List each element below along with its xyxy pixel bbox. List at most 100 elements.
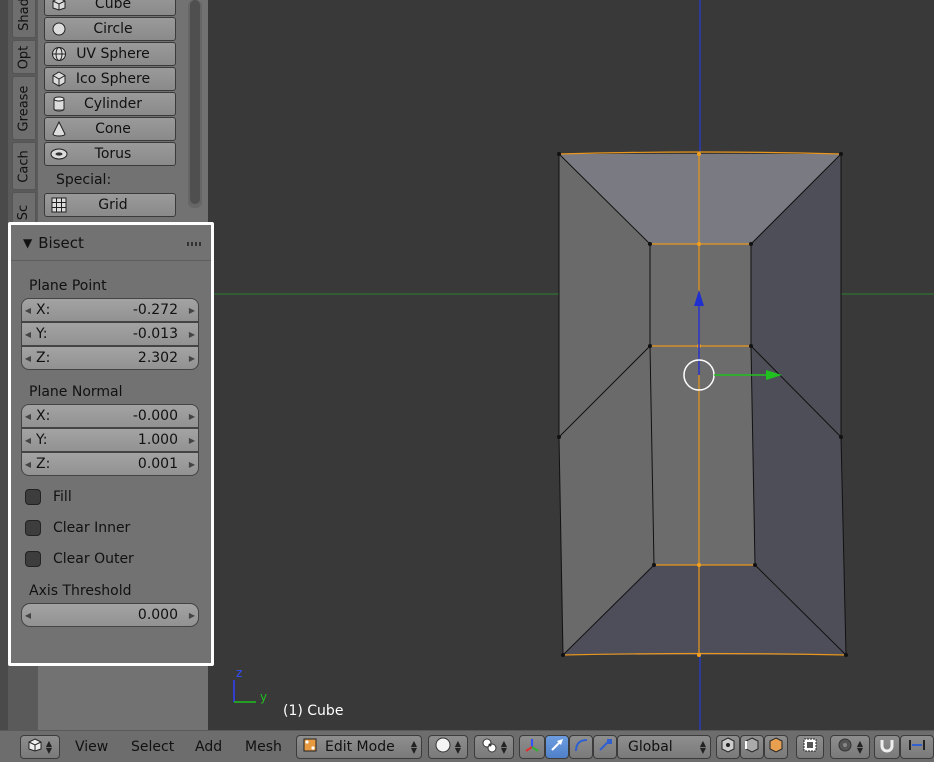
translate-arrow-icon [549, 737, 565, 757]
collapse-triangle-icon[interactable]: ▼ [23, 236, 32, 250]
scale-manipulator-button[interactable] [593, 735, 617, 759]
add-menu[interactable]: Add [195, 739, 222, 755]
add-circle-button[interactable]: Circle [44, 17, 176, 41]
increment-arrow-icon[interactable]: ▶ [186, 306, 198, 315]
increment-arrow-icon[interactable]: ▶ [186, 611, 198, 620]
clear-outer-checkbox[interactable] [25, 551, 41, 567]
active-object-label: (1) Cube [283, 703, 344, 719]
drag-grip-icon[interactable] [187, 242, 201, 246]
updown-arrows-icon: ▲ ▼ [856, 739, 864, 755]
limit-selection-icon [802, 737, 818, 757]
plane-point-label: Plane Point [29, 278, 107, 294]
snap-increment-icon [908, 738, 926, 756]
updown-arrows-icon: ▲ ▼ [500, 739, 508, 755]
magnet-icon [879, 737, 895, 757]
circle-icon [45, 18, 73, 40]
axis-threshold-field[interactable]: ◀ 0.000 ▶ [21, 603, 199, 627]
plane-normal-fields: ◀ X: -0.000 ▶ ◀ Y: 1.000 ▶ ◀ Z: 0.001 ▶ [21, 404, 199, 476]
decrement-arrow-icon[interactable]: ◀ [22, 412, 34, 421]
plane-point-y-field[interactable]: ◀ Y: -0.013 ▶ [21, 322, 199, 346]
manipulator-axes-icon [524, 737, 540, 757]
viewport-shading-button[interactable]: ▲ ▼ [428, 735, 468, 759]
ico-sphere-icon [45, 68, 73, 90]
plane-point-fields: ◀ X: -0.272 ▶ ◀ Y: -0.013 ▶ ◀ Z: 2.302 ▶ [21, 298, 199, 370]
3d-view-header: ▲ ▼ View Select Add Mesh Edit Mode ▲ ▼ ▲ ▼ … [0, 730, 934, 762]
decrement-arrow-icon[interactable]: ◀ [22, 611, 34, 620]
rotate-arc-icon [573, 737, 589, 757]
add-uv-sphere-button[interactable]: UV Sphere [44, 42, 176, 66]
increment-arrow-icon[interactable]: ▶ [186, 460, 198, 469]
add-ico-sphere-button[interactable]: Ico Sphere [44, 67, 176, 91]
increment-arrow-icon[interactable]: ▶ [186, 436, 198, 445]
clear-inner-checkbox[interactable] [25, 520, 41, 536]
vertex-select-button[interactable] [716, 735, 740, 759]
cone-icon [45, 118, 73, 140]
increment-arrow-icon[interactable]: ▶ [186, 330, 198, 339]
transform-orientation-selector[interactable]: Global ▲ ▼ [617, 735, 711, 759]
add-cube-button[interactable]: Cube [44, 0, 176, 16]
updown-arrows-icon: ▲ ▼ [454, 739, 462, 755]
add-torus-button[interactable]: Torus [44, 142, 176, 166]
select-menu[interactable]: Select [131, 739, 174, 755]
axis-widget: z y [233, 666, 267, 704]
grid-icon [45, 194, 73, 216]
fill-checkbox[interactable] [25, 489, 41, 505]
translate-manipulator-button[interactable] [545, 735, 569, 759]
3d-viewport[interactable]: z y [208, 0, 934, 730]
increment-arrow-icon[interactable]: ▶ [186, 412, 198, 421]
special-section-label: Special: [56, 172, 112, 188]
mesh-menu[interactable]: Mesh [245, 739, 282, 755]
proportional-editing-button[interactable]: ▲ ▼ [830, 735, 870, 759]
updown-arrows-icon: ▲ ▼ [699, 739, 706, 755]
add-cone-button[interactable]: Cone [44, 117, 176, 141]
add-cylinder-button[interactable]: Cylinder [44, 92, 176, 116]
tab-cache[interactable]: Cach [12, 142, 36, 190]
cube-icon [45, 0, 73, 15]
mesh-canvas[interactable]: z y [208, 0, 934, 730]
tab-options[interactable]: Opt [12, 40, 36, 74]
snap-element-button[interactable] [900, 735, 934, 759]
plane-normal-x-field[interactable]: ◀ X: -0.000 ▶ [21, 404, 199, 428]
view-menu[interactable]: View [75, 739, 108, 755]
axis-threshold-group: ◀ 0.000 ▶ [21, 603, 199, 627]
mode-selector[interactable]: Edit Mode ▲ ▼ [296, 735, 422, 759]
add-grid-button[interactable]: Grid [44, 193, 176, 217]
decrement-arrow-icon[interactable]: ◀ [22, 306, 34, 315]
scale-handle-icon [597, 737, 613, 757]
decrement-arrow-icon[interactable]: ◀ [22, 436, 34, 445]
plane-normal-label: Plane Normal [29, 384, 123, 400]
axis-threshold-label: Axis Threshold [29, 583, 132, 599]
decrement-arrow-icon[interactable]: ◀ [22, 354, 34, 363]
torus-icon [45, 143, 73, 165]
editor-type-button[interactable]: ▲ ▼ [20, 735, 60, 759]
rotate-manipulator-button[interactable] [569, 735, 593, 759]
uv-sphere-icon [45, 43, 73, 65]
bisect-operator-panel: ▼ Bisect Plane Point ◀ X: -0.272 ▶ ◀ Y: … [8, 222, 214, 666]
plane-normal-y-field[interactable]: ◀ Y: 1.000 ▶ [21, 428, 199, 452]
clear-outer-checkbox-row[interactable]: Clear Outer [25, 551, 134, 567]
face-select-icon [768, 737, 784, 757]
increment-arrow-icon[interactable]: ▶ [186, 354, 198, 363]
panel-header[interactable]: ▼ Bisect [11, 225, 211, 261]
limit-selection-button[interactable] [796, 735, 824, 759]
clear-inner-checkbox-row[interactable]: Clear Inner [25, 520, 130, 536]
edge-select-button[interactable] [740, 735, 764, 759]
snap-toggle-button[interactable] [874, 735, 900, 759]
decrement-arrow-icon[interactable]: ◀ [22, 330, 34, 339]
scrollbar-thumb[interactable] [190, 0, 200, 204]
plane-point-z-field[interactable]: ◀ Z: 2.302 ▶ [21, 346, 199, 370]
plane-point-x-field[interactable]: ◀ X: -0.272 ▶ [21, 298, 199, 322]
fill-checkbox-row[interactable]: Fill [25, 489, 72, 505]
tab-grease-pencil[interactable]: Grease [12, 76, 36, 140]
panel-title: Bisect [38, 233, 84, 252]
manipulator-toggle-button[interactable] [519, 735, 545, 759]
cylinder-icon [45, 93, 73, 115]
proportional-editing-icon [837, 737, 853, 757]
tool-shelf-scrollbar[interactable] [188, 0, 202, 208]
updown-arrows-icon: ▲ ▼ [45, 739, 53, 755]
face-select-button[interactable] [764, 735, 788, 759]
decrement-arrow-icon[interactable]: ◀ [22, 460, 34, 469]
tab-shading[interactable]: Shad [12, 0, 36, 38]
pivot-point-button[interactable]: ▲ ▼ [474, 735, 514, 759]
plane-normal-z-field[interactable]: ◀ Z: 0.001 ▶ [21, 452, 199, 476]
